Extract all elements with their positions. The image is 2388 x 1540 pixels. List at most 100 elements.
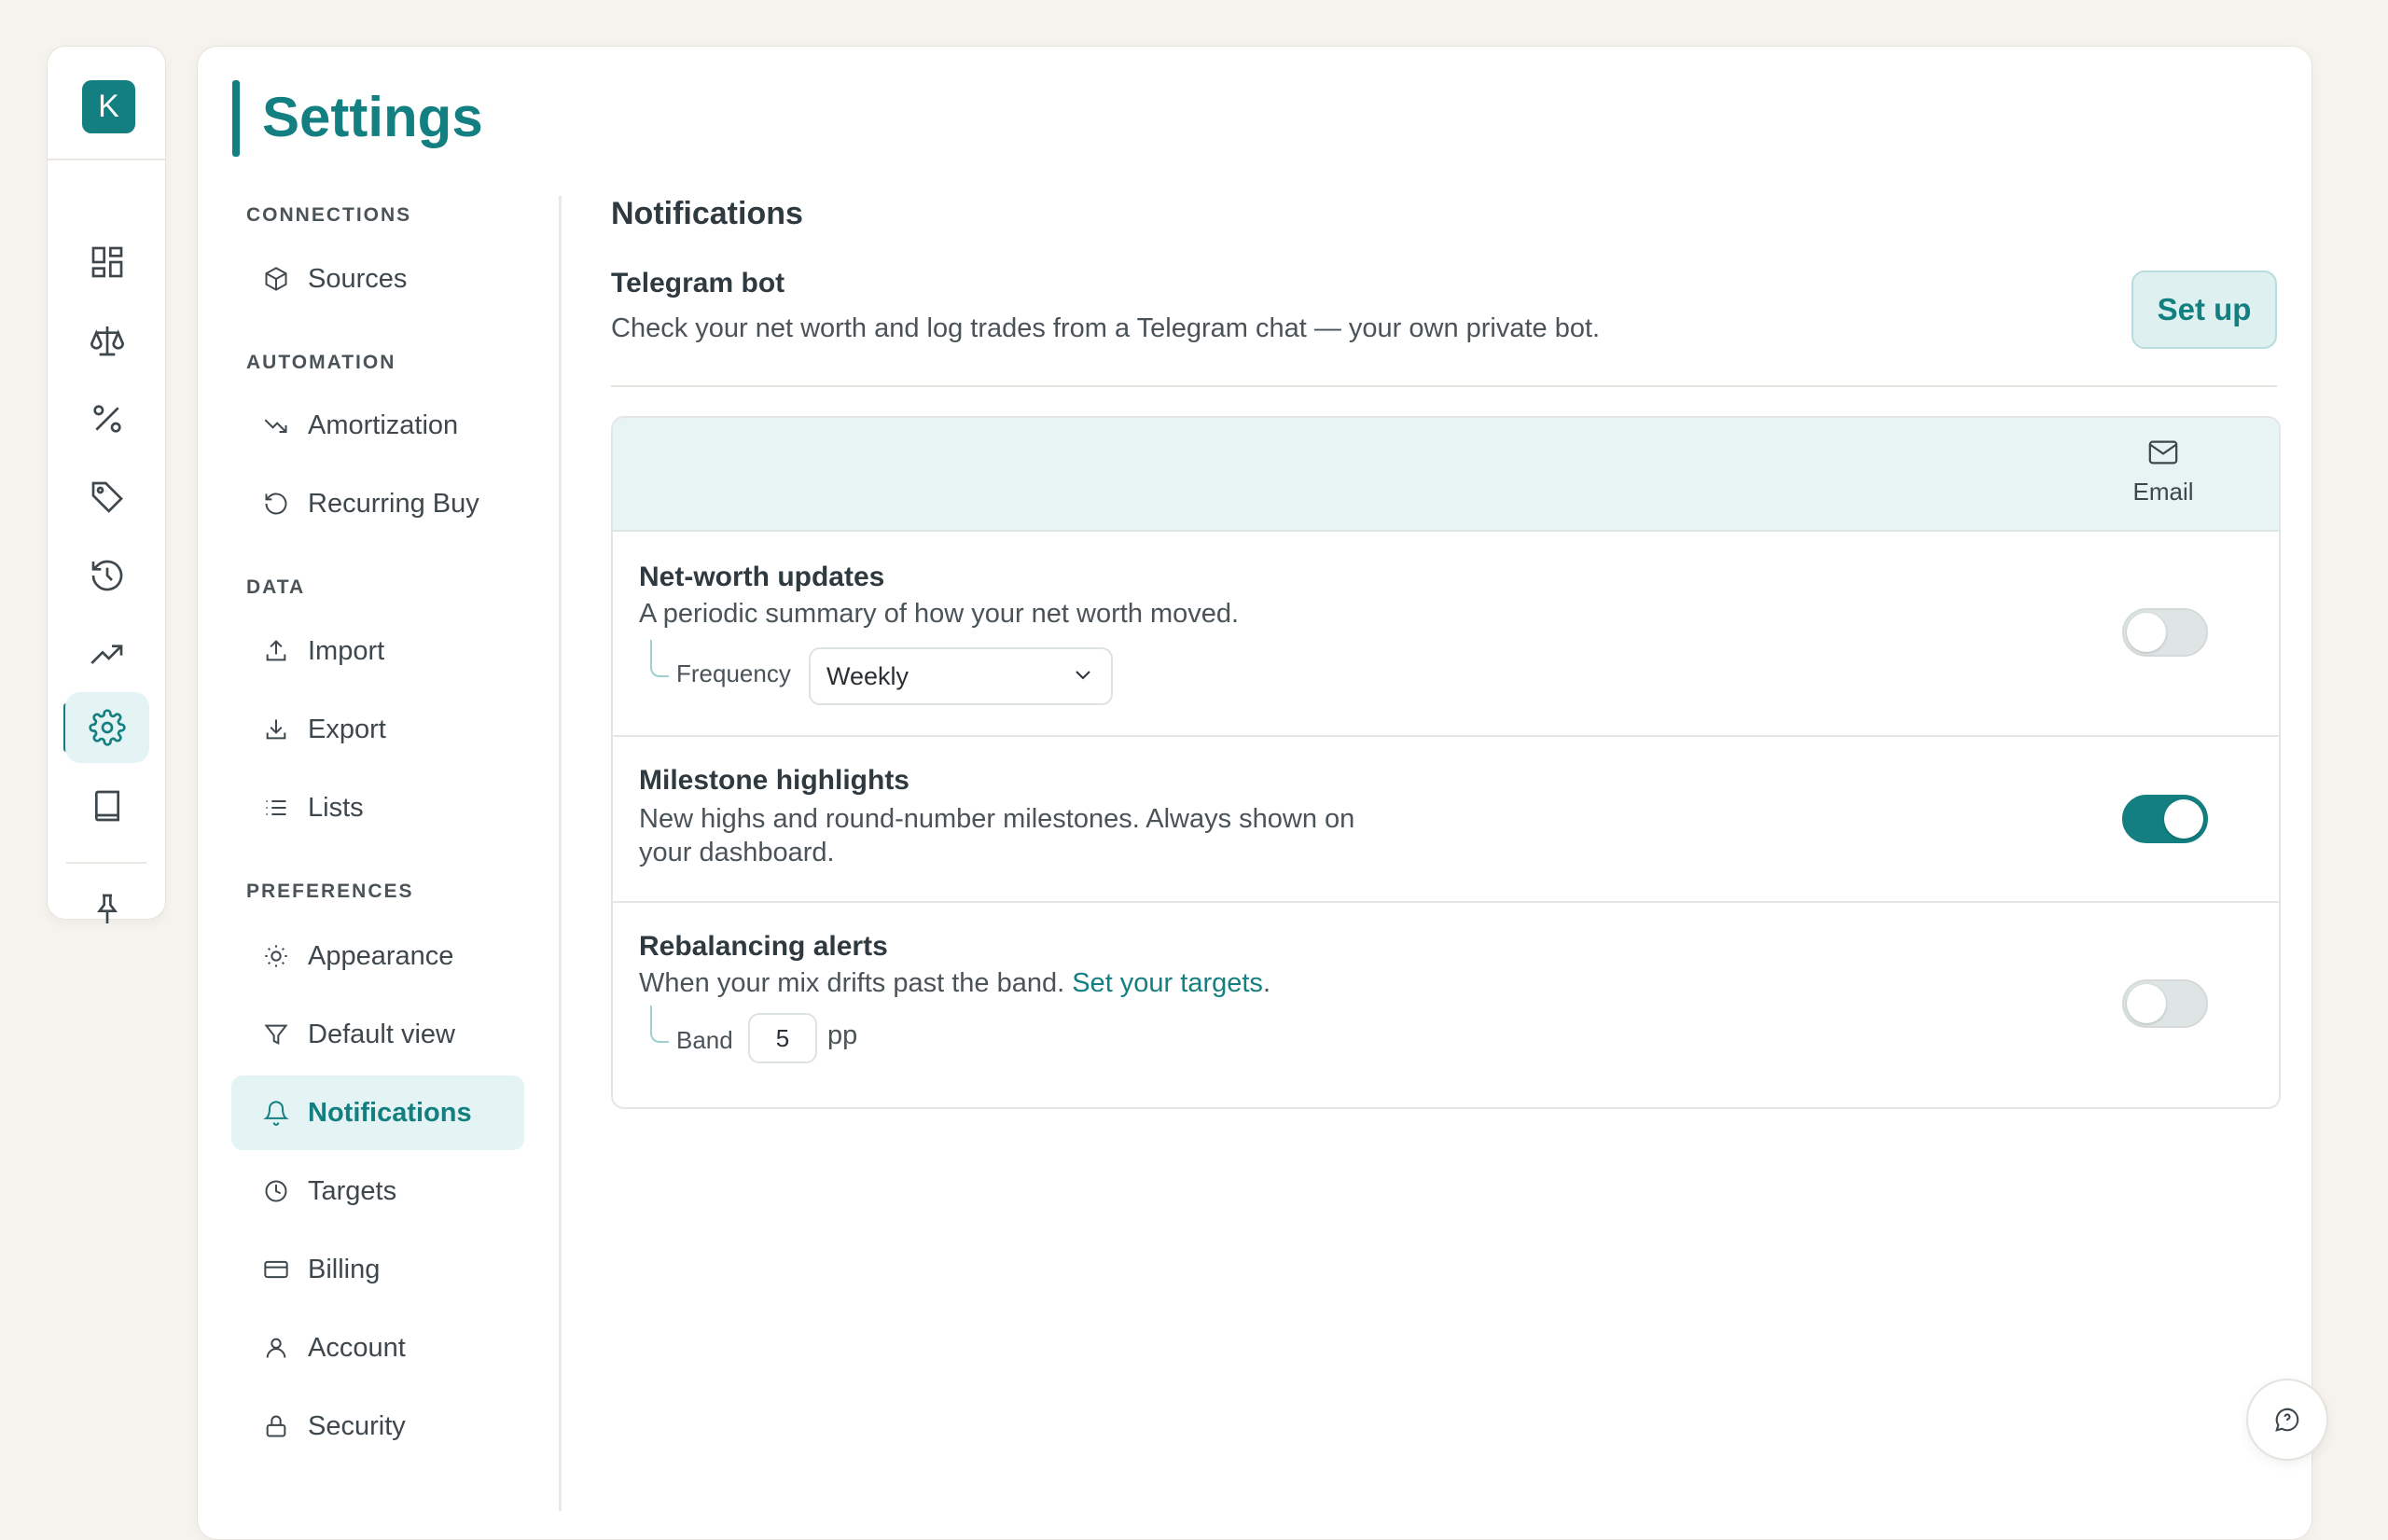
clock-icon [265,1180,287,1202]
page-title: Settings [262,86,483,148]
settings-card: Settings CONNECTIONS Sources AUTOMATION … [197,46,2312,1540]
divider [611,385,2277,387]
toggle-knob [2127,984,2166,1023]
nav-item-recurring-buy[interactable]: Recurring Buy [231,466,524,541]
nav-item-export[interactable]: Export [231,692,524,767]
frequency-label: Frequency [676,659,791,687]
row-description-line2: your dashboard. [639,838,835,867]
section-title: Notifications [611,196,803,231]
link-suffix: . [1262,968,1270,998]
history-icon [91,560,123,591]
frequency-select-value: Weekly [826,662,909,690]
nav-item-default-view[interactable]: Default view [231,997,524,1072]
nav-item-billing[interactable]: Billing [231,1232,524,1307]
help-chat-icon [2275,1408,2299,1432]
icon-rail: K [47,46,166,923]
nav-item-label: Billing [308,1254,381,1284]
rail-divider [66,862,146,864]
card-icon [264,1260,288,1279]
nav-item-sources[interactable]: Sources [231,242,524,316]
nav-section-automation: AUTOMATION [246,352,396,373]
dashboard-icon [91,246,123,278]
row-title: Milestone highlights [639,765,909,796]
frequency-select[interactable]: Weekly [809,647,1113,705]
nav-item-label: Account [308,1332,406,1363]
band-input[interactable]: 5 [748,1013,817,1063]
table-row: Net-worth updates A periodic summary of … [613,530,2279,737]
mail-icon [2148,440,2178,465]
rail-divider [48,159,165,160]
rail-trending-button[interactable] [65,618,149,689]
notifications-table: Email Net-worth updates A periodic summa… [611,416,2281,1109]
cube-icon [265,267,287,291]
nav-item-label: Recurring Buy [308,488,479,519]
rebalancing-email-toggle[interactable] [2122,979,2208,1028]
table-row: Rebalancing alerts When your mix drifts … [613,903,2279,1107]
trending-up-icon [90,645,123,664]
nav-item-account[interactable]: Account [231,1311,524,1385]
rail-scale-button[interactable] [65,305,149,376]
email-column-label: Email [2132,478,2194,506]
pin-icon [97,894,118,923]
table-header: Email [613,418,2279,532]
rail-percent-button[interactable] [65,383,149,454]
scale-icon [90,326,125,356]
download-icon [266,719,286,740]
filter-icon [264,1024,288,1045]
sun-icon [265,945,287,967]
percent-icon [93,405,121,433]
refresh-icon [265,493,287,515]
setup-button[interactable]: Set up [2131,271,2277,349]
row-title: Rebalancing alerts [639,931,888,962]
table-row: Milestone highlights New highs and round… [613,737,2279,903]
chevron-down-icon [1076,671,1090,680]
help-button[interactable] [2246,1379,2328,1461]
tag-icon [91,481,123,513]
rail-settings-button[interactable] [65,692,149,763]
book-icon [95,790,119,822]
title-accent [232,80,240,157]
nav-item-amortization[interactable]: Amortization [231,388,524,463]
row-description-line1: New highs and round-number milestones. A… [639,804,1355,834]
nav-item-label: Security [308,1410,406,1441]
row-description-text: When your mix drifts past the band. [639,968,1065,998]
bell-icon [263,1101,289,1126]
nav-item-label: Import [308,635,385,666]
row-description: When your mix drifts past the band. Set … [639,966,1270,1000]
rail-dashboard-button[interactable] [65,227,149,298]
band-label: Band [676,1026,733,1054]
nav-item-import[interactable]: Import [231,614,524,688]
nav-item-label: Targets [308,1175,397,1206]
band-unit: pp [827,1020,858,1050]
nav-item-lists[interactable]: Lists [231,770,524,845]
rail-book-button[interactable] [65,770,149,841]
set-targets-link[interactable]: Set your targets [1072,968,1263,998]
nav-section-preferences: PREFERENCES [246,881,414,902]
nav-item-label: Export [308,714,386,744]
nav-item-label: Notifications [308,1097,472,1128]
list-icon [266,800,286,815]
telegram-description: Check your net worth and log trades from… [611,313,1601,343]
nav-item-security[interactable]: Security [231,1389,524,1464]
row-title: Net-worth updates [639,562,885,592]
rail-tag-button[interactable] [65,462,149,533]
lock-icon [266,1415,286,1437]
nav-item-label: Appearance [308,940,454,971]
nav-item-notifications[interactable]: Notifications [231,1075,524,1150]
sub-option-connector [650,640,669,677]
nav-item-label: Default view [308,1019,455,1049]
nav-section-data: DATA [246,576,306,598]
nav-divider [559,196,562,1511]
telegram-title: Telegram bot [611,268,785,298]
net-worth-email-toggle[interactable] [2122,608,2208,657]
milestone-email-toggle[interactable] [2122,795,2208,843]
toggle-knob [2164,799,2203,839]
app-logo[interactable]: K [82,80,135,133]
row-description: A periodic summary of how your net worth… [639,599,1240,629]
upload-icon [266,640,286,661]
nav-item-appearance[interactable]: Appearance [231,919,524,993]
rail-history-button[interactable] [65,540,149,611]
nav-item-targets[interactable]: Targets [231,1154,524,1228]
rail-pin-button[interactable] [65,874,149,945]
toggle-knob [2127,613,2166,652]
